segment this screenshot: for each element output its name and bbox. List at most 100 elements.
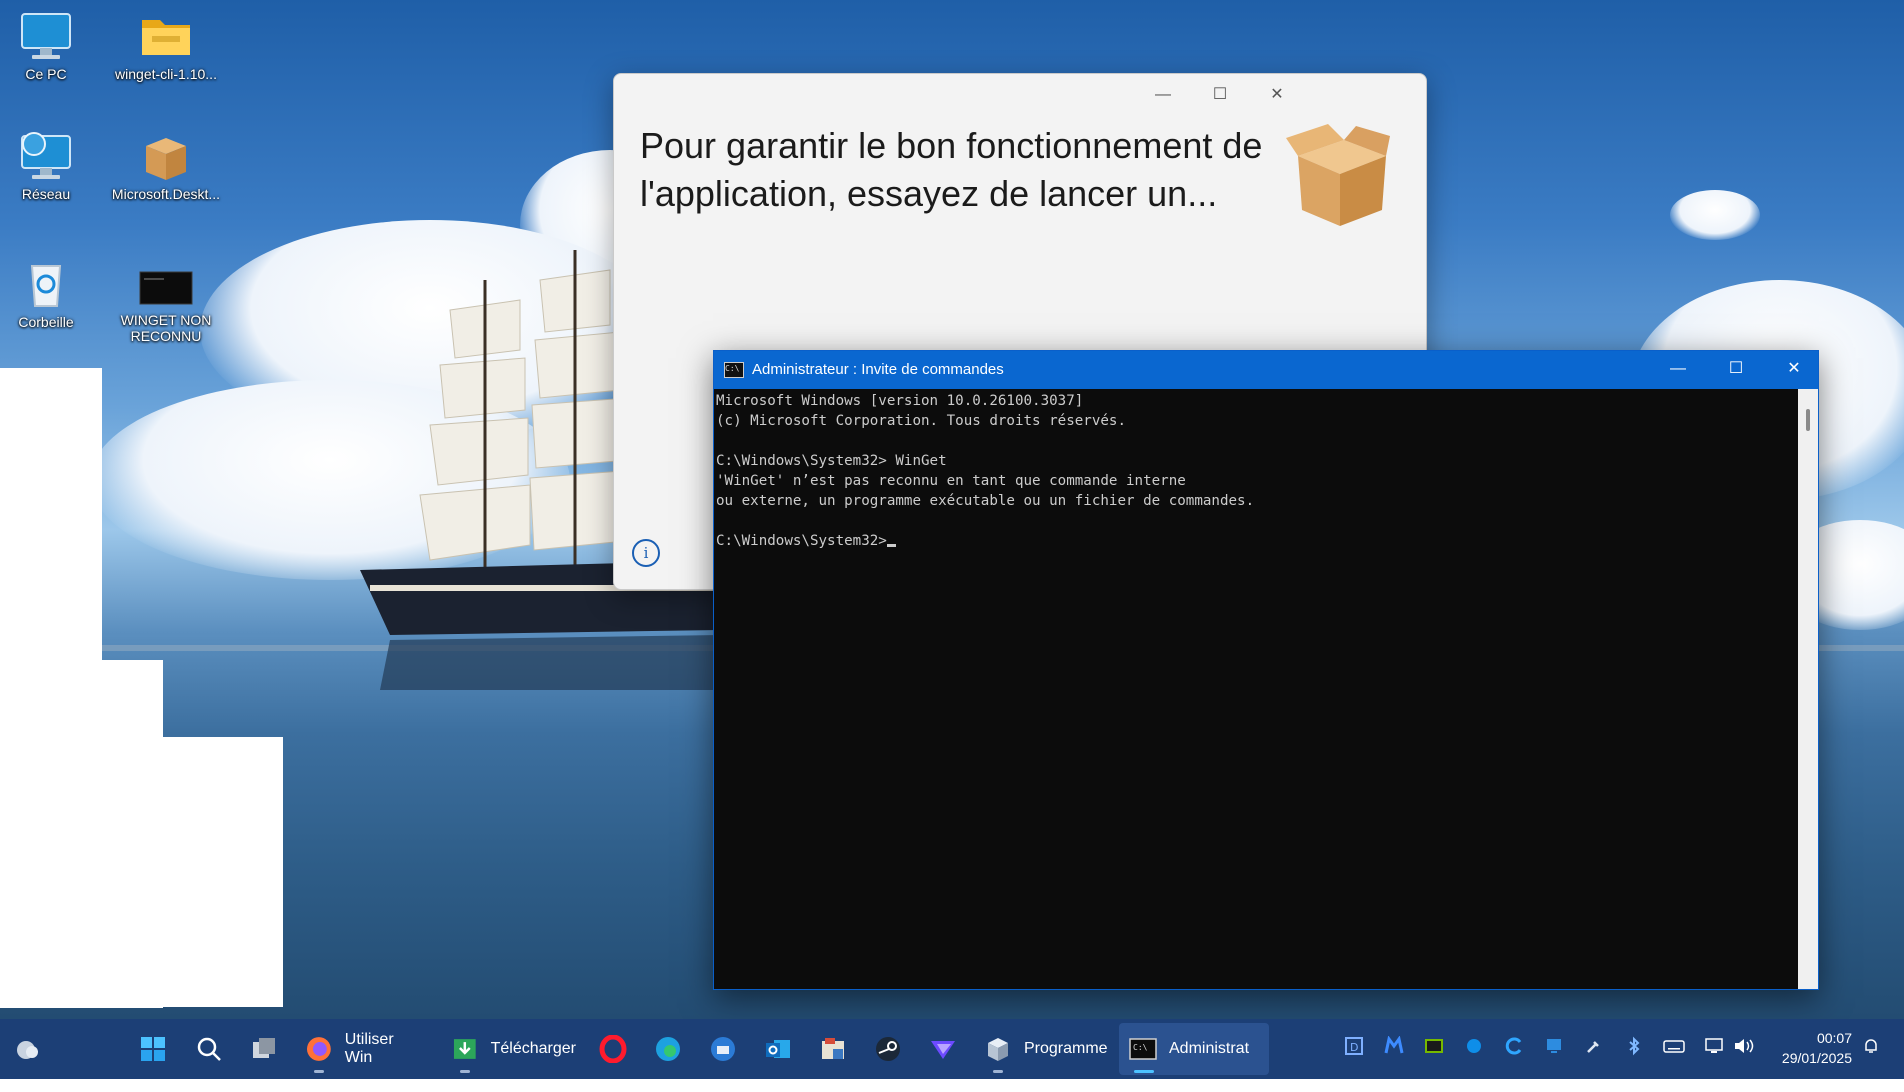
tray-safely-remove[interactable] <box>1583 1036 1605 1060</box>
taskbar-app-outlook[interactable] <box>764 1019 792 1079</box>
info-icon[interactable]: i <box>632 539 660 567</box>
taskbar: Utiliser Win Télécharger Programme C:\ A… <box>0 1019 1904 1079</box>
desktop-icon-winget-folder[interactable]: winget-cli-1.10... <box>111 10 221 82</box>
desktop-icon-label: WINGET NON RECONNU <box>120 312 212 344</box>
taskbar-app-edge[interactable] <box>654 1019 682 1079</box>
console-line: Microsoft Windows [version 10.0.26100.30… <box>716 393 1084 409</box>
desktop-icon-reseau[interactable]: Réseau <box>0 130 101 202</box>
cloud <box>1670 190 1760 240</box>
network-icon <box>21 132 71 179</box>
cmd-window: C:\ Administrateur : Invite de commandes… <box>713 350 1819 990</box>
tray-volume[interactable] <box>1733 1036 1755 1060</box>
safely-remove-icon <box>1587 1041 1599 1053</box>
clock-date: 29/01/2025 <box>1781 1050 1852 1066</box>
taskbar-app-label: Programme <box>1024 1040 1108 1057</box>
tray-monitor-app[interactable] <box>1543 1036 1565 1060</box>
console-prompt-line: C:\Windows\System32> <box>716 531 1786 551</box>
desktop-icon-label: Ce PC <box>25 66 67 82</box>
volume-icon <box>1735 1039 1754 1053</box>
taskbar-app-thunderbird[interactable] <box>709 1019 737 1079</box>
cmd-titlebar[interactable]: C:\ Administrateur : Invite de commandes… <box>714 351 1818 389</box>
maximize-button[interactable]: ☐ <box>1707 351 1765 389</box>
tray-teamviewer[interactable] <box>1463 1036 1485 1060</box>
text-cursor <box>886 544 896 547</box>
tray-dashlane[interactable]: D <box>1343 1036 1365 1060</box>
taskbar-app-file-manager[interactable] <box>819 1019 847 1079</box>
file-manager-icon <box>822 1038 844 1059</box>
screen-bottom-strip <box>0 1079 1904 1092</box>
taskbar-app-label: Utiliser Win <box>344 1031 394 1066</box>
desktop-icon-ce-pc[interactable]: Ce PC <box>0 10 101 82</box>
bluetooth-icon <box>1629 1036 1640 1056</box>
desktop-icon-microsoft-desktop[interactable]: Microsoft.Deskt... <box>111 130 221 202</box>
window-title: Administrateur : Invite de commandes <box>752 361 1004 378</box>
close-button[interactable]: ✕ <box>1765 351 1823 389</box>
taskbar-clock[interactable]: 00:07 29/01/2025 <box>1782 1028 1852 1068</box>
folder-icon <box>142 20 190 55</box>
desktop-icon-winget-non-reconnu[interactable]: WINGET NON RECONNU <box>111 268 221 344</box>
clock-time: 00:07 <box>1816 1030 1852 1046</box>
console-shortcut-icon <box>139 271 193 305</box>
desktop-icon-corbeille[interactable]: Corbeille <box>0 258 101 330</box>
tray-malwarebytes[interactable] <box>1383 1035 1405 1060</box>
console-line: C:\Windows\System32> <box>716 533 887 549</box>
taskbar-app-opera[interactable] <box>599 1019 627 1079</box>
desktop-icon-label: Microsoft.Deskt... <box>111 186 221 202</box>
installer-icon <box>988 1038 1008 1061</box>
cloud-sync-icon <box>1505 1037 1522 1055</box>
console-line: 'WinGet' n’est pas reconnu en tant que c… <box>716 473 1186 489</box>
dialog-message: Pour garantir le bon fonctionnement de l… <box>640 125 1263 214</box>
weather-widget[interactable] <box>12 1019 40 1079</box>
downloads-icon <box>453 1039 476 1059</box>
search-icon <box>197 1037 221 1061</box>
edge-icon <box>656 1037 680 1061</box>
maximize-button[interactable]: ☐ <box>1200 82 1240 108</box>
taskbar-app-firefox[interactable]: Utiliser Win <box>305 1019 425 1079</box>
task-view-icon <box>253 1038 275 1058</box>
console-output[interactable]: Microsoft Windows [version 10.0.26100.30… <box>716 391 1786 986</box>
desktop-icon-label: Corbeille <box>18 314 74 330</box>
scrollbar[interactable] <box>1798 389 1818 989</box>
package-box-icon <box>146 138 186 180</box>
taskbar-app-installer[interactable]: Programme <box>984 1019 1109 1079</box>
opera-icon <box>599 1035 627 1063</box>
tray-network[interactable] <box>1703 1036 1725 1060</box>
tray-keyboard[interactable] <box>1663 1036 1685 1060</box>
svg-text:D: D <box>1350 1041 1358 1054</box>
tray-bluetooth[interactable] <box>1623 1036 1645 1060</box>
taskbar-app-label: Administrat <box>1169 1040 1250 1057</box>
bell-icon <box>1865 1039 1877 1053</box>
console-line: ou externe, un programme exécutable ou u… <box>716 493 1255 509</box>
thunderbird-icon <box>711 1037 735 1061</box>
search-button[interactable] <box>195 1019 223 1079</box>
start-button[interactable] <box>139 1019 167 1079</box>
taskbar-app-cmd[interactable]: C:\ Administrat <box>1119 1023 1269 1075</box>
task-view-button[interactable] <box>250 1019 278 1079</box>
taskbar-app-label: Télécharger <box>490 1040 576 1057</box>
tray-nvidia[interactable] <box>1423 1036 1445 1060</box>
tray-cloud-sync[interactable] <box>1503 1036 1525 1060</box>
monitor-app-icon <box>1547 1039 1561 1053</box>
nvidia-icon <box>1425 1039 1443 1053</box>
malwarebytes-icon <box>1384 1035 1404 1054</box>
cmd-icon: C:\ <box>724 362 744 378</box>
scrollbar-thumb[interactable] <box>1806 409 1810 431</box>
keyboard-icon <box>1663 1040 1685 1053</box>
running-indicator <box>993 1070 1003 1073</box>
network-icon <box>1705 1038 1723 1053</box>
dashlane-icon: D <box>1345 1037 1363 1055</box>
desktop-icon-label: Réseau <box>21 186 71 202</box>
taskbar-app-proton-vpn[interactable] <box>929 1019 957 1079</box>
firefox-icon <box>306 1037 331 1061</box>
recycle-bin-icon <box>30 265 62 307</box>
minimize-button[interactable]: — <box>1143 82 1183 108</box>
outlook-icon <box>766 1040 790 1058</box>
notification-button[interactable] <box>1860 1036 1882 1060</box>
minimize-button[interactable]: — <box>1649 351 1707 389</box>
taskbar-app-downloads[interactable]: Télécharger <box>451 1019 576 1079</box>
computer-icon <box>21 13 71 59</box>
close-button[interactable]: ✕ <box>1257 82 1297 108</box>
console-line: C:\Windows\System32> WinGet <box>716 453 947 469</box>
taskbar-app-steam[interactable] <box>874 1019 902 1079</box>
